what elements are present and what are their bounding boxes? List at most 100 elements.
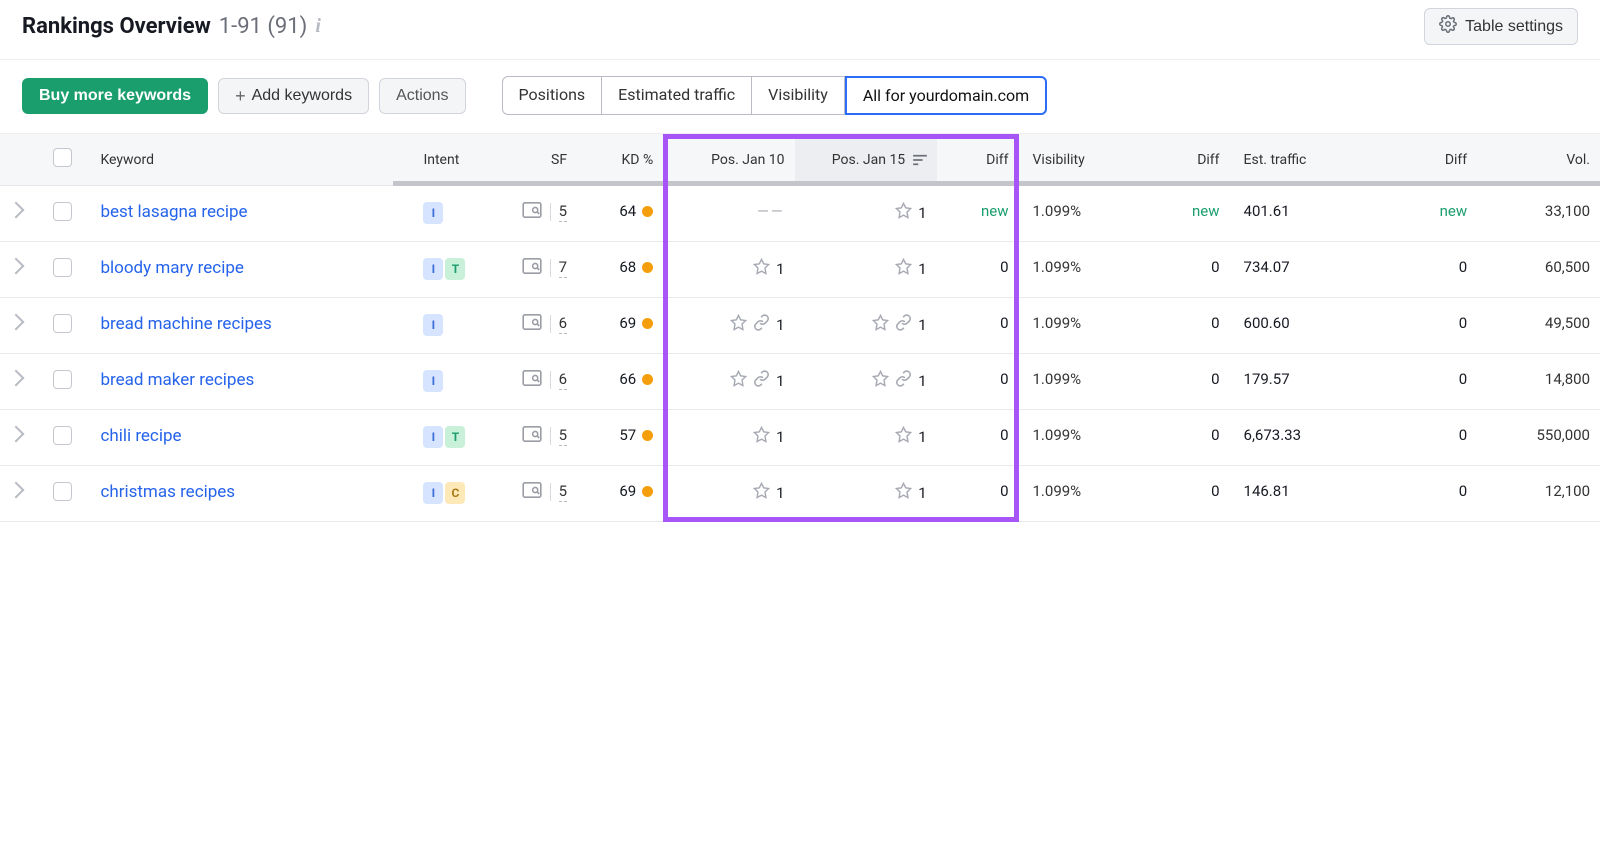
diff3-cell: 0 [1352, 466, 1477, 522]
kd-difficulty-dot-icon [642, 486, 653, 497]
expand-row-chevron-icon[interactable] [8, 202, 25, 219]
segment-all-for-domain[interactable]: All for yourdomain.com [845, 76, 1047, 115]
keyword-link[interactable]: bloody mary recipe [100, 258, 243, 278]
kd-cell: 66 [577, 354, 663, 410]
th-vol[interactable]: Vol. [1477, 134, 1600, 186]
th-diff3[interactable]: Diff [1352, 134, 1477, 186]
info-icon[interactable]: i [315, 15, 321, 38]
pos1-cell: 1 [663, 354, 794, 410]
pos2-cell: 1 [795, 466, 937, 522]
diff2-cell: 0 [1120, 410, 1230, 466]
serp-features-icon[interactable] [522, 370, 542, 390]
sf-count[interactable]: 7 [559, 258, 567, 278]
position-value: 1 [918, 316, 926, 334]
actions-button[interactable]: Actions [379, 78, 465, 114]
intent-badge-i: I [423, 370, 443, 392]
serp-features-icon[interactable] [522, 314, 542, 334]
star-icon [872, 314, 889, 335]
diff-value: 0 [1459, 426, 1467, 444]
th-sf[interactable]: SF [493, 134, 577, 186]
sf-count[interactable]: 6 [559, 314, 567, 334]
keyword-link[interactable]: best lasagna recipe [100, 202, 247, 222]
expand-row-chevron-icon[interactable] [8, 426, 25, 443]
th-diff1[interactable]: Diff [937, 134, 1019, 186]
intent-cell: I [413, 354, 493, 410]
link-icon [753, 314, 770, 335]
star-icon [895, 482, 912, 503]
diff2-cell: 0 [1120, 466, 1230, 522]
diff1-cell: 0 [937, 466, 1019, 522]
diff3-cell: 0 [1352, 298, 1477, 354]
th-diff2[interactable]: Diff [1120, 134, 1230, 186]
diff-value: 0 [1211, 370, 1219, 388]
diff-value: 0 [1000, 426, 1008, 444]
table-settings-label: Table settings [1465, 18, 1563, 36]
star-icon [895, 426, 912, 447]
intent-cell: I [413, 298, 493, 354]
expand-row-chevron-icon[interactable] [8, 370, 25, 387]
row-checkbox[interactable] [53, 482, 72, 501]
expand-row-chevron-icon[interactable] [8, 258, 25, 275]
visibility-cell: 1.099% [1019, 242, 1120, 298]
pos1-cell: —— [663, 186, 794, 242]
th-visibility[interactable]: Visibility [1019, 134, 1120, 186]
keyword-link[interactable]: bread maker recipes [100, 370, 254, 390]
diff-value: 0 [1459, 482, 1467, 500]
keyword-link[interactable]: christmas recipes [100, 482, 235, 502]
segment-estimated-traffic[interactable]: Estimated traffic [602, 76, 752, 115]
serp-features-icon[interactable] [522, 426, 542, 446]
intent-badge-c: C [445, 482, 465, 504]
star-icon [753, 482, 770, 503]
select-all-checkbox[interactable] [53, 148, 72, 167]
intent-cell: IC [413, 466, 493, 522]
pos2-cell: 1 [795, 410, 937, 466]
intent-badge-i: I [423, 314, 443, 336]
serp-features-icon[interactable] [522, 202, 542, 222]
sf-count[interactable]: 5 [559, 426, 567, 446]
table-row: best lasagna recipeI564——1new1.099%new40… [0, 186, 1600, 242]
serp-features-icon[interactable] [522, 258, 542, 278]
sf-count[interactable]: 5 [559, 202, 567, 222]
table-row: christmas recipesIC5691101.099%0146.8101… [0, 466, 1600, 522]
visibility-cell: 1.099% [1019, 410, 1120, 466]
expand-row-chevron-icon[interactable] [8, 314, 25, 331]
buy-keywords-button[interactable]: Buy more keywords [22, 78, 208, 114]
th-kd[interactable]: KD % [577, 134, 663, 186]
th-est-traffic[interactable]: Est. traffic [1230, 134, 1353, 186]
keyword-link[interactable]: bread machine recipes [100, 314, 271, 334]
keyword-link[interactable]: chili recipe [100, 426, 181, 446]
view-segment-group: Positions Estimated traffic Visibility A… [502, 76, 1048, 115]
link-icon [753, 370, 770, 391]
position-value: 1 [776, 484, 784, 502]
diff-value: new [981, 202, 1009, 220]
expand-row-chevron-icon[interactable] [8, 482, 25, 499]
serp-features-icon[interactable] [522, 482, 542, 502]
sf-count[interactable]: 5 [559, 482, 567, 502]
pos1-cell: 1 [663, 410, 794, 466]
sf-count[interactable]: 6 [559, 370, 567, 390]
add-keywords-button[interactable]: + Add keywords [218, 78, 369, 114]
pos2-cell: 1 [795, 242, 937, 298]
th-intent[interactable]: Intent [413, 134, 493, 186]
segment-visibility[interactable]: Visibility [752, 76, 845, 115]
row-checkbox[interactable] [53, 258, 72, 277]
est-traffic-cell: 146.81 [1230, 466, 1353, 522]
diff-value: 0 [1211, 482, 1219, 500]
row-checkbox[interactable] [53, 314, 72, 333]
row-checkbox[interactable] [53, 202, 72, 221]
th-keyword[interactable]: Keyword [90, 134, 413, 186]
sort-icon [913, 154, 927, 166]
segment-positions[interactable]: Positions [502, 76, 603, 115]
th-pos-jan15[interactable]: Pos. Jan 15 [795, 134, 937, 186]
th-checkbox[interactable] [43, 134, 90, 186]
kd-value: 69 [619, 314, 636, 332]
kd-difficulty-dot-icon [642, 430, 653, 441]
star-icon [872, 370, 889, 391]
position-value: 1 [776, 260, 784, 278]
th-pos-jan10[interactable]: Pos. Jan 10 [663, 134, 794, 186]
kd-cell: 57 [577, 410, 663, 466]
row-checkbox[interactable] [53, 370, 72, 389]
table-settings-button[interactable]: Table settings [1424, 8, 1578, 45]
volume-cell: 12,100 [1477, 466, 1600, 522]
row-checkbox[interactable] [53, 426, 72, 445]
